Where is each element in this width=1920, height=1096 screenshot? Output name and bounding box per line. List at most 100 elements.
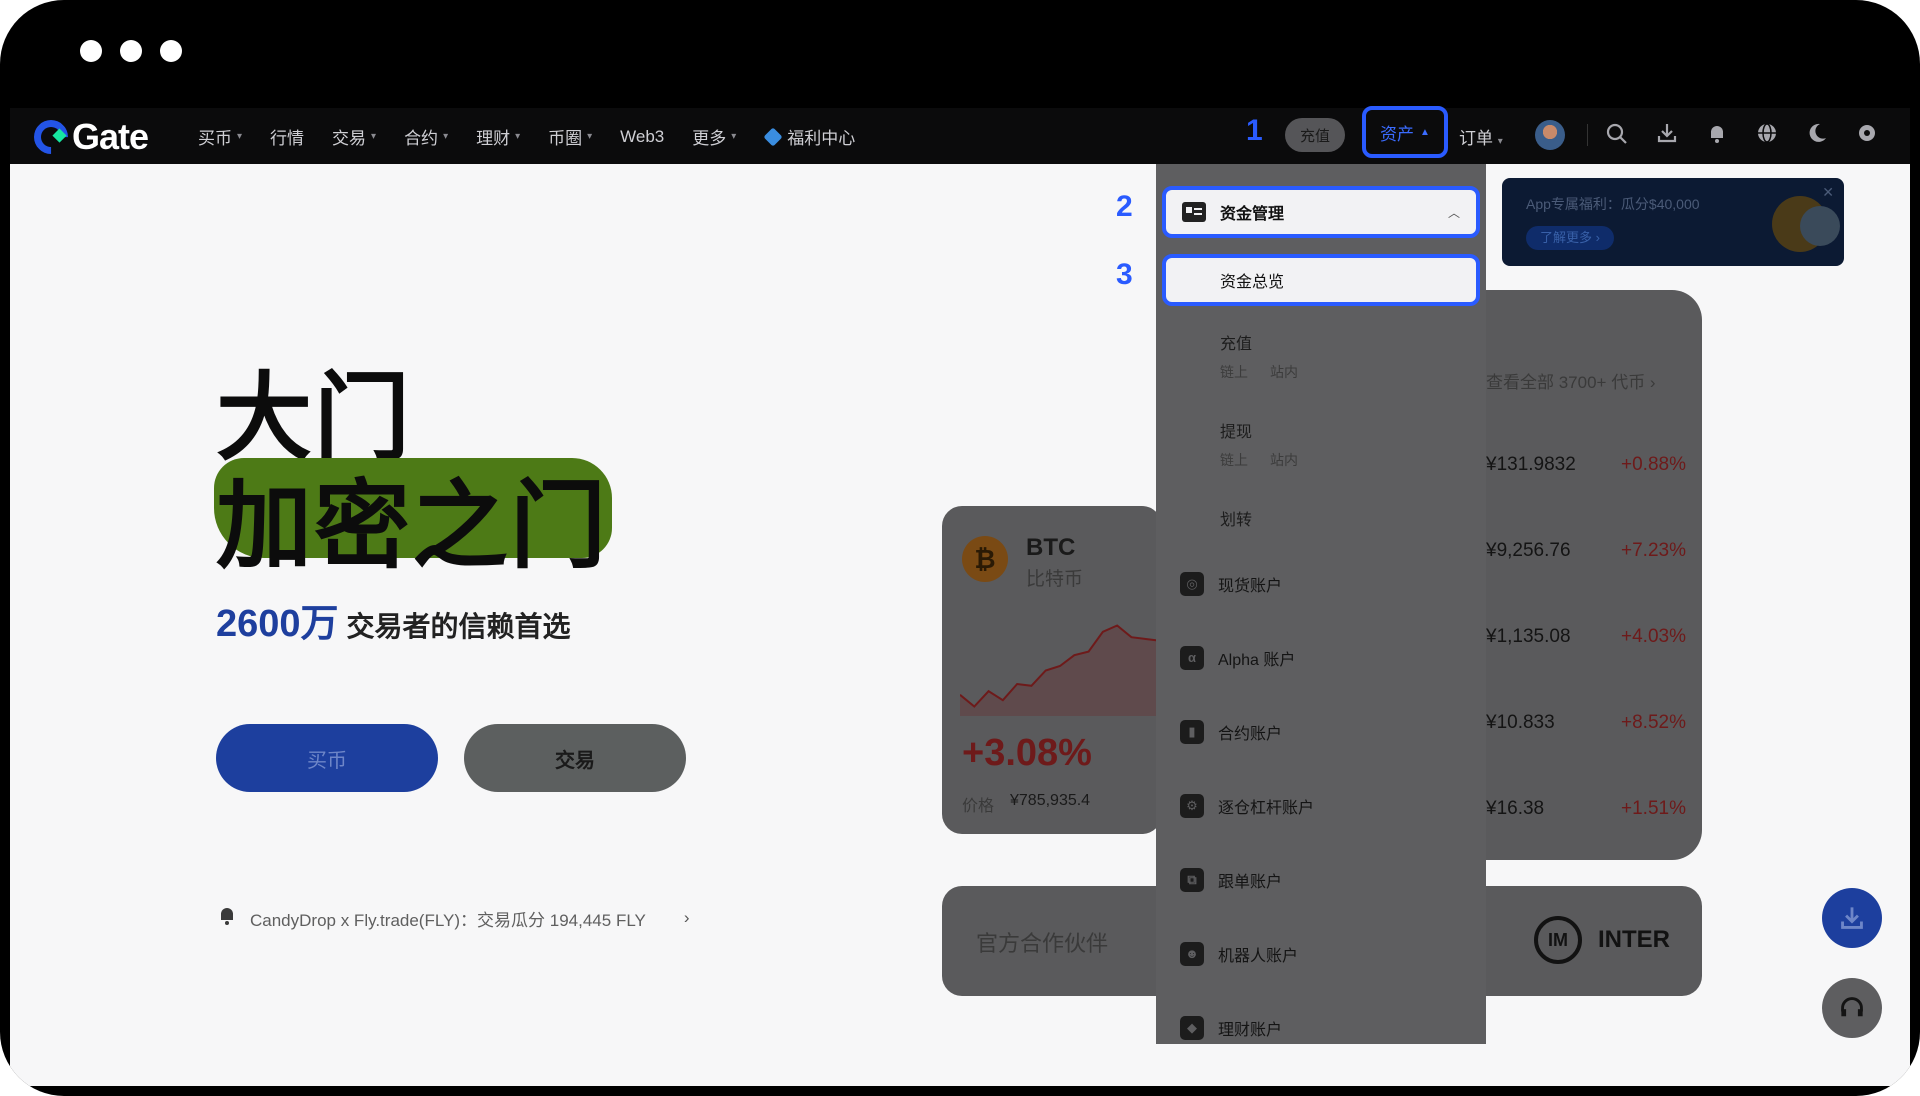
window-dot[interactable] (160, 40, 182, 62)
market-change: +7.23% (1621, 540, 1686, 561)
price-sparkline (960, 624, 1160, 716)
market-change: +0.88% (1621, 454, 1686, 475)
top-nav: Gate 买币 ▾ 行情 交易 ▾ 合约 ▾ 理财 ▾ 币圈 ▾ Web3 更多 ▾ 福利中… (10, 106, 1910, 164)
learn-more-button[interactable]: 了解更多 › (1526, 226, 1614, 250)
market-row[interactable]: ¥16.38 +1.51% (1486, 798, 1686, 820)
coin-illustration (1800, 206, 1840, 246)
assets-label: 资产 (1380, 124, 1415, 144)
alpha-icon: α (1180, 646, 1204, 670)
window-dot[interactable] (120, 40, 142, 62)
announcement-bar[interactable]: CandyDrop x Fly.trade(FLY)：交易瓜分 194,445 … (216, 904, 690, 932)
robot-account-item[interactable]: ☻ 机器人账户 (1180, 942, 1298, 966)
bell-icon (216, 904, 238, 932)
margin-icon: ⚙ (1180, 794, 1204, 818)
coin-symbol: BTC (1026, 534, 1076, 561)
moon-icon[interactable] (1804, 122, 1830, 148)
market-price: ¥9,256.76 (1486, 540, 1571, 561)
btc-card[interactable]: ₿ BTC 比特币 +3.08% 价格 ¥785,935.4 (942, 506, 1162, 834)
orders-menu[interactable]: 订单 ▾ (1459, 124, 1503, 149)
nav-item-buy[interactable]: 买币 ▾ (198, 124, 242, 149)
trade-button[interactable]: 交易 (464, 724, 686, 792)
inter-logo-icon: IM (1534, 916, 1582, 964)
nav-item-futures[interactable]: 合约 ▾ (404, 124, 448, 149)
gate-logo[interactable]: Gate (26, 112, 149, 162)
nav-item-square[interactable]: 币圈 ▾ (548, 124, 592, 149)
chevron-up-icon: ▲ (1420, 126, 1430, 138)
account-label: 逐仓杠杆账户 (1218, 800, 1315, 817)
nav-item-welfare[interactable]: 福利中心 (763, 124, 855, 149)
deposit-subitems: 链上 站内 (1220, 362, 1298, 382)
customer-support-button[interactable] (1822, 978, 1882, 1038)
nav-item-earn[interactable]: 理财 ▾ (476, 124, 520, 149)
promo-banner[interactable]: App专属福利：瓜分$40,000 了解更多 › ✕ (1502, 178, 1844, 266)
nav-label: 更多 (692, 129, 727, 148)
nav-item-trade[interactable]: 交易 ▾ (332, 124, 376, 149)
hero-title-line2: 加密之门 (216, 473, 608, 580)
market-row[interactable]: ¥9,256.76 +7.23% (1486, 540, 1686, 562)
earn-account-item[interactable]: ◆ 理财账户 (1180, 1016, 1282, 1040)
bell-icon[interactable] (1704, 122, 1730, 148)
nav-label: 买币 (198, 129, 232, 148)
coin-change: +3.08% (962, 732, 1092, 774)
promo-title: App专属福利：瓜分$40,000 (1526, 196, 1700, 212)
robot-icon: ☻ (1180, 942, 1204, 966)
browser-frame: Gate 买币 ▾ 行情 交易 ▾ 合约 ▾ 理财 ▾ 币圈 ▾ Web3 更多 ▾ 福利中… (0, 0, 1920, 1096)
market-row[interactable]: ¥131.9832 +0.88% (1486, 454, 1686, 476)
deposit-internal[interactable]: 站内 (1270, 362, 1298, 382)
chevron-right-icon: › (683, 908, 690, 927)
close-icon[interactable]: ✕ (1822, 184, 1834, 201)
copy-account-item[interactable]: ⧉ 跟单账户 (1180, 868, 1282, 892)
chevron-down-icon: ▾ (587, 131, 593, 142)
withdraw-onchain[interactable]: 链上 (1220, 450, 1248, 470)
download-app-button[interactable] (1822, 888, 1882, 948)
deposit-item[interactable]: 充值 (1220, 330, 1252, 354)
bitcoin-icon: ₿ (962, 536, 1008, 582)
market-row[interactable]: ¥10.833 +8.52% (1486, 712, 1686, 734)
market-change: +1.51% (1621, 798, 1686, 819)
transfer-item[interactable]: 划转 (1220, 506, 1252, 530)
market-price: ¥1,135.08 (1486, 626, 1571, 647)
margin-account-item[interactable]: ⚙ 逐仓杠杆账户 (1180, 794, 1314, 818)
window-dot[interactable] (80, 40, 102, 62)
chevron-down-icon: ▾ (237, 131, 243, 142)
market-row[interactable]: ¥1,135.08 +4.03% (1486, 626, 1686, 648)
nav-item-more[interactable]: 更多 ▾ (692, 124, 736, 149)
buy-crypto-button[interactable]: 买币 (216, 724, 438, 792)
chevron-down-icon: ▾ (1497, 136, 1503, 147)
chevron-down-icon: ▾ (731, 131, 737, 142)
earn-icon: ◆ (1180, 1016, 1204, 1040)
coin-price: ¥785,935.4 (1010, 792, 1091, 809)
deposit-button[interactable]: 充值 (1285, 118, 1345, 152)
partner-brand[interactable]: INTER (1598, 926, 1670, 954)
id-card-icon (1182, 202, 1206, 222)
fund-overview-item[interactable]: 资金总览 (1162, 254, 1480, 306)
nav-item-markets[interactable]: 行情 (270, 124, 304, 149)
alpha-account-item[interactable]: α Alpha 账户 (1180, 646, 1295, 670)
account-label: 合约账户 (1218, 726, 1283, 743)
nav-label: 交易 (332, 129, 367, 148)
assets-menu-button[interactable]: 资产 ▲ (1362, 106, 1448, 158)
nav-label: 币圈 (548, 129, 583, 148)
view-all-tokens-link[interactable]: 查看全部 3700+ 代币 › (1486, 368, 1656, 393)
deposit-onchain[interactable]: 链上 (1220, 362, 1248, 382)
futures-icon: ▮ (1180, 720, 1204, 744)
nav-label: 合约 (404, 129, 439, 148)
gear-icon[interactable] (1854, 122, 1880, 148)
avatar[interactable] (1535, 120, 1565, 150)
globe-icon[interactable] (1754, 122, 1780, 148)
account-label: 现货账户 (1218, 578, 1283, 595)
futures-account-item[interactable]: ▮ 合约账户 (1180, 720, 1282, 744)
download-icon[interactable] (1654, 122, 1680, 148)
logo-text: Gate (72, 116, 149, 157)
nav-item-web3[interactable]: Web3 (620, 124, 664, 149)
withdraw-internal[interactable]: 站内 (1270, 450, 1298, 470)
nav-label: Web3 (620, 126, 665, 146)
fund-management-section[interactable]: 资金管理 ︿ (1162, 186, 1480, 238)
search-icon[interactable] (1604, 122, 1630, 148)
step-marker-2: 2 (1116, 190, 1133, 223)
withdraw-item[interactable]: 提现 (1220, 418, 1252, 442)
main-menu: 买币 ▾ 行情 交易 ▾ 合约 ▾ 理财 ▾ 币圈 ▾ Web3 更多 ▾ 福利中心 (198, 124, 855, 149)
user-count: 2600万 (216, 603, 339, 645)
market-price: ¥16.38 (1486, 798, 1545, 819)
spot-account-item[interactable]: ◎ 现货账户 (1180, 572, 1282, 596)
